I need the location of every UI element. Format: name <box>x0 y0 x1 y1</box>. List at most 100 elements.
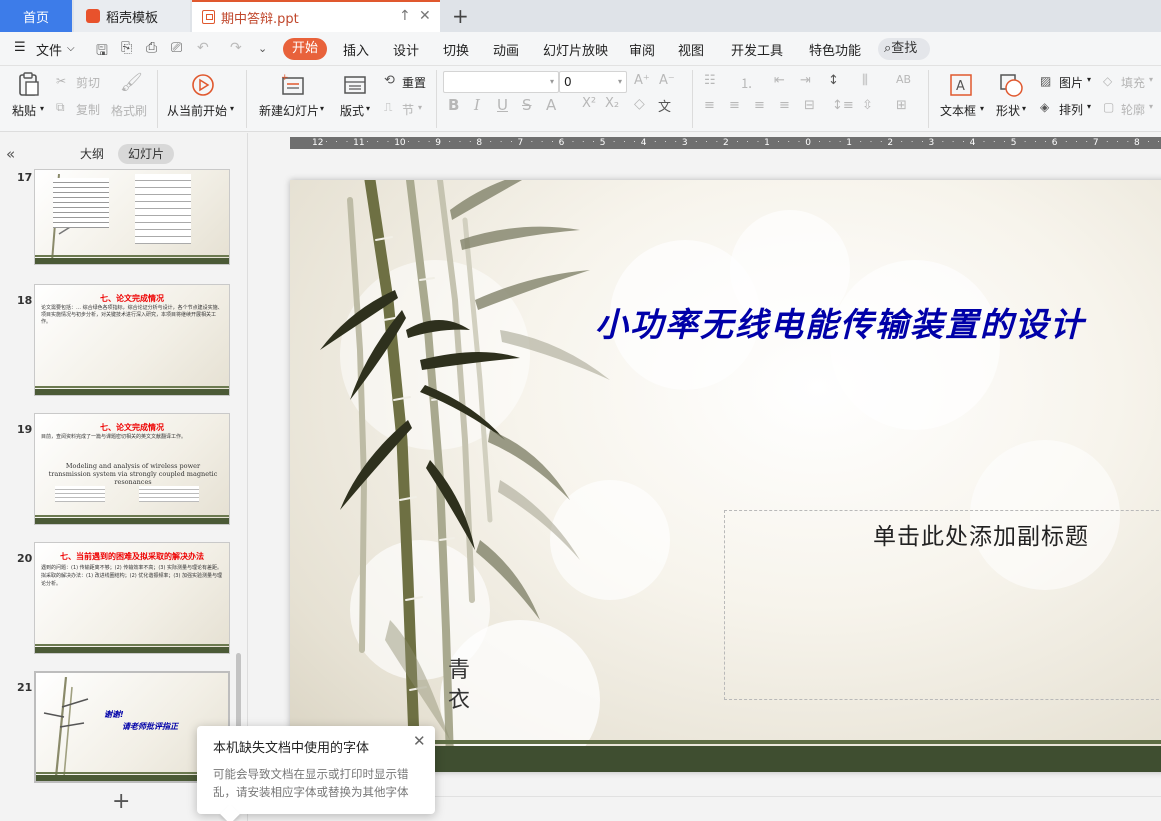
paste-dropdown-icon[interactable]: ▾ <box>40 104 44 113</box>
font-name-dropdown-icon[interactable]: ▾ <box>550 72 554 92</box>
print-preview-icon[interactable]: ⎚ <box>171 40 182 56</box>
text-box-dropdown-icon[interactable]: ▾ <box>980 104 984 113</box>
shape-icon[interactable] <box>998 72 1024 98</box>
slide-canvas[interactable]: 小功率无线电能传输装置的设计 单击此处添加副标题 青衣 <box>290 180 1161 772</box>
copy-button[interactable]: 复制 <box>76 101 100 118</box>
new-slide-button[interactable]: 新建幻灯片 <box>259 102 319 119</box>
from-current-dropdown-icon[interactable]: ▾ <box>230 104 234 113</box>
close-icon[interactable]: ✕ <box>413 732 426 750</box>
numbering-icon[interactable]: ⒈ <box>740 73 753 92</box>
fill-button[interactable]: 填充 <box>1121 74 1145 91</box>
strikethrough-icon[interactable]: S <box>522 96 532 114</box>
align-left-icon[interactable]: ≡ <box>704 98 715 113</box>
shape-button[interactable]: 形状 <box>996 102 1020 119</box>
new-slide-icon[interactable]: + <box>280 72 306 98</box>
paste-button[interactable]: 粘贴 <box>12 102 36 119</box>
bold-icon[interactable]: B <box>448 96 459 114</box>
menu-slideshow[interactable]: 幻灯片放映 <box>543 40 608 59</box>
tab-home[interactable]: 首页 <box>0 0 72 32</box>
print-icon[interactable]: ⎙ <box>146 40 157 56</box>
search-box[interactable]: ⌕查找 <box>878 38 930 60</box>
menu-review[interactable]: 审阅 <box>629 40 655 59</box>
decrease-indent-icon[interactable]: ⇤ <box>774 73 785 88</box>
menu-insert[interactable]: 插入 <box>343 40 369 59</box>
add-slide-icon[interactable]: + <box>112 789 130 814</box>
section-dropdown-icon[interactable]: ▾ <box>418 103 422 112</box>
new-slide-dropdown-icon[interactable]: ▾ <box>320 104 324 113</box>
bullets-icon[interactable]: ☷ <box>704 73 716 88</box>
picture-button[interactable]: 图片 <box>1059 74 1083 91</box>
subtitle-placeholder[interactable]: 单击此处添加副标题 <box>724 510 1161 700</box>
shape-dropdown-icon[interactable]: ▾ <box>1022 104 1026 113</box>
font-name-combo[interactable]: ▾ <box>443 71 559 93</box>
menu-view[interactable]: 视图 <box>678 40 704 59</box>
align-text-icon[interactable]: ⊞ <box>896 98 907 113</box>
clear-format-icon[interactable]: ◇ <box>634 96 645 112</box>
font-size-combo[interactable]: 0 ▾ <box>559 71 627 93</box>
slide-thumbnail[interactable]: 七、论文完成情况 目前，查阅资料完成了一篇与课题密切相关的英文文献翻译工作。 M… <box>34 413 230 525</box>
cut-button[interactable]: 剪切 <box>76 74 100 91</box>
menu-developer[interactable]: 开发工具 <box>731 40 783 59</box>
signature-text[interactable]: 青衣 <box>448 656 476 716</box>
phonetic-guide-icon[interactable]: 文 <box>658 96 671 115</box>
arrange-button[interactable]: 排列 <box>1059 101 1083 118</box>
slide-thumbnail[interactable]: 七、当前遇到的困难及拟采取的解决办法 遇到的问题：(1) 传输距离不够；(2) … <box>34 542 230 654</box>
shrink-font-icon[interactable]: A⁻ <box>659 73 675 88</box>
menu-home-active[interactable]: 开始 <box>283 38 327 60</box>
text-direction-icon[interactable]: AB <box>896 73 911 86</box>
layout-button[interactable]: 版式 <box>340 102 364 119</box>
align-right-icon[interactable]: ≡ <box>754 98 765 113</box>
export-icon[interactable]: ⎘ <box>121 40 132 56</box>
layout-icon[interactable] <box>343 74 367 96</box>
paragraph-spacing-icon[interactable]: ⇳ <box>862 98 873 113</box>
menu-design[interactable]: 设计 <box>393 40 419 59</box>
underline-icon[interactable]: U <box>497 96 508 114</box>
italic-icon[interactable]: I <box>474 96 480 114</box>
format-painter-button[interactable]: 格式刷 <box>111 102 147 119</box>
text-box-icon[interactable]: A <box>948 72 974 98</box>
slide-thumbnail[interactable] <box>34 169 230 265</box>
line-spacing-icon[interactable]: ↕≡ <box>832 98 854 113</box>
subscript-icon[interactable]: X₂ <box>605 96 619 111</box>
arrange-dropdown-icon[interactable]: ▾ <box>1087 102 1091 111</box>
font-color-icon[interactable]: A <box>546 96 556 114</box>
slide-thumbnail-row[interactable]: 18 七、论文完成情况 论文需要包括：… 综合绿色各项指标，综合论证分析与设计，… <box>0 284 240 398</box>
menu-transition[interactable]: 切换 <box>443 40 469 59</box>
layout-dropdown-icon[interactable]: ▾ <box>366 104 370 113</box>
reset-button[interactable]: 重置 <box>402 74 426 91</box>
chevron-down-icon[interactable]: ⌵ <box>67 43 75 54</box>
redo-icon[interactable]: ↷ <box>230 40 242 56</box>
save-icon[interactable]: 🖫 <box>96 40 108 64</box>
pin-icon[interactable]: ↑ <box>399 8 411 24</box>
sort-icon[interactable]: ↕ <box>828 73 839 88</box>
new-tab-icon[interactable]: + <box>452 4 469 28</box>
tab-template[interactable]: 稻壳模板 <box>74 0 190 32</box>
superscript-icon[interactable]: X² <box>582 96 596 111</box>
paste-icon[interactable] <box>16 71 42 97</box>
slide-thumbnail-row[interactable]: 20 七、当前遇到的困难及拟采取的解决办法 遇到的问题：(1) 传输距离不够；(… <box>0 542 240 656</box>
slide-thumbnail-row[interactable]: 19 七、论文完成情况 目前，查阅资料完成了一篇与课题密切相关的英文文献翻译工作… <box>0 413 240 527</box>
undo-icon[interactable]: ↶ <box>197 40 209 56</box>
distribute-icon[interactable]: ⊟ <box>804 98 815 113</box>
section-button[interactable]: 节 <box>402 101 414 118</box>
quick-access-dropdown-icon[interactable]: ⌄ <box>258 42 267 55</box>
outline-button[interactable]: 轮廓 <box>1121 101 1145 118</box>
close-tab-icon[interactable]: ✕ <box>419 8 431 24</box>
play-circle-icon[interactable] <box>190 72 216 98</box>
fill-dropdown-icon[interactable]: ▾ <box>1149 75 1153 84</box>
grow-font-icon[interactable]: A⁺ <box>634 73 650 88</box>
menu-animation[interactable]: 动画 <box>493 40 519 59</box>
slide-title[interactable]: 小功率无线电能传输装置的设计 <box>595 298 1085 346</box>
hamburger-icon[interactable]: ☰ <box>14 40 26 55</box>
text-box-button[interactable]: 文本框 <box>940 102 976 119</box>
slide-thumbnail[interactable]: 七、论文完成情况 论文需要包括：… 综合绿色各项指标，综合论证分析与设计，各个节… <box>34 284 230 396</box>
column-icon[interactable]: ⫼ <box>862 73 868 88</box>
outline-dropdown-icon[interactable]: ▾ <box>1149 102 1153 111</box>
menu-file[interactable]: 文件 <box>36 40 62 59</box>
align-center-icon[interactable]: ≡ <box>729 98 740 113</box>
menu-special[interactable]: 特色功能 <box>809 40 861 59</box>
picture-dropdown-icon[interactable]: ▾ <box>1087 75 1091 84</box>
justify-icon[interactable]: ≡ <box>779 98 790 113</box>
slide-thumbnail-row[interactable]: 17 <box>0 131 240 267</box>
increase-indent-icon[interactable]: ⇥ <box>800 73 811 88</box>
